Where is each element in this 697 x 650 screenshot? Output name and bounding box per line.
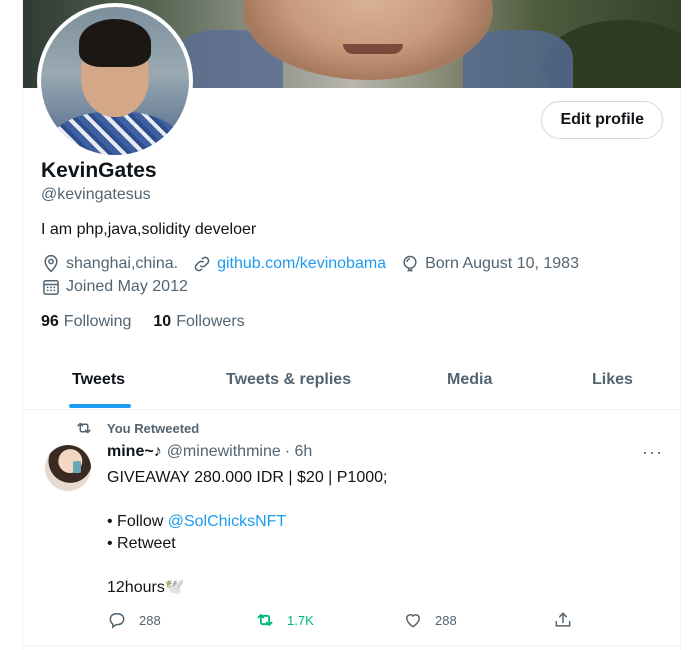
retweet-button[interactable]: 1.7K — [255, 610, 314, 630]
reply-count: 288 — [139, 612, 161, 628]
followers-link[interactable]: 10 Followers — [153, 313, 244, 331]
tweet-time[interactable]: · 6h — [285, 443, 313, 461]
tweet-header: mine~♪ @minewithmine · 6h — [107, 443, 312, 461]
tweet-author-avatar[interactable] — [45, 445, 91, 491]
retweet-label: You Retweeted — [107, 420, 200, 436]
tab-tweets-replies[interactable]: Tweets & replies — [226, 350, 351, 409]
profile-website[interactable]: github.com/kevinobama — [192, 254, 386, 274]
tweet-mention-link[interactable]: @SolChicksNFT — [168, 513, 286, 530]
tweet-author-handle[interactable]: @minewithmine — [167, 443, 281, 461]
tab-media[interactable]: Media — [447, 350, 492, 409]
tweet-actions: 288 1.7K 288 — [107, 610, 587, 632]
tweet-line-2: • Follow @SolChicksNFT — [107, 511, 647, 533]
profile-column: Edit profile KevinGates @kevingatesus I … — [22, 0, 681, 650]
tab-likes[interactable]: Likes — [592, 350, 633, 409]
profile-avatar[interactable] — [37, 3, 193, 159]
profile-bio: I am php,java,solidity develoer — [41, 221, 257, 238]
tweet-follow-text: • Follow — [107, 513, 168, 530]
followers-count: 10 — [153, 313, 172, 330]
active-tab-indicator — [69, 404, 131, 408]
followers-label: Followers — [176, 313, 245, 330]
birthday-text: Born August 10, 1983 — [425, 255, 579, 272]
website-link[interactable]: github.com/kevinobama — [217, 255, 386, 273]
tab-tweets[interactable]: Tweets — [72, 350, 125, 409]
retweet-icon — [257, 614, 273, 626]
location-icon — [44, 254, 58, 273]
tweet-text: GIVEAWAY 280.000 IDR | $20 | P1000; • Fo… — [107, 467, 647, 599]
link-icon — [194, 256, 210, 272]
profile-birthday: Born August 10, 1983 — [400, 254, 579, 274]
like-icon — [405, 614, 421, 628]
profile-meta-row-2: Joined May 2012 — [41, 277, 202, 297]
like-count: 288 — [435, 612, 457, 628]
share-icon — [555, 612, 571, 627]
tweet-line-4: 12hours🕊️ — [107, 579, 185, 596]
profile-meta-row-1: shanghai,china. github.com/kevinobama Bo… — [41, 254, 593, 274]
share-button[interactable] — [553, 610, 585, 630]
retweet-count: 1.7K — [287, 612, 314, 628]
joined-text: Joined May 2012 — [66, 278, 188, 295]
profile-tabs: Tweets Tweets & replies Media Likes — [23, 350, 681, 410]
profile-name: KevinGates — [41, 159, 157, 182]
birthday-icon — [403, 255, 417, 272]
retweet-icon — [77, 422, 91, 434]
like-button[interactable]: 288 — [403, 610, 457, 630]
following-count: 96 — [41, 313, 59, 330]
follow-stats: 96 Following 10 Followers — [41, 313, 267, 331]
reply-icon — [109, 613, 125, 629]
more-icon[interactable]: ··· — [642, 442, 663, 463]
profile-handle: @kevingatesus — [41, 186, 151, 203]
edit-profile-button[interactable]: Edit profile — [541, 101, 663, 139]
reply-button[interactable]: 288 — [107, 610, 161, 630]
tweet[interactable]: You Retweeted mine~♪ @minewithmine · 6h … — [23, 410, 681, 646]
profile-location: shanghai,china. — [41, 254, 178, 274]
calendar-icon — [43, 280, 59, 295]
tweet-author-name[interactable]: mine~♪ — [107, 443, 162, 461]
location-text: shanghai,china. — [66, 255, 179, 272]
profile-joined: Joined May 2012 — [41, 277, 188, 297]
retweet-context: You Retweeted — [75, 419, 199, 437]
following-label: Following — [63, 313, 132, 330]
following-link[interactable]: 96 Following — [41, 313, 131, 331]
tweet-line-3: • Retweet — [107, 535, 176, 552]
tweet-line-1: GIVEAWAY 280.000 IDR | $20 | P1000; — [107, 469, 388, 486]
